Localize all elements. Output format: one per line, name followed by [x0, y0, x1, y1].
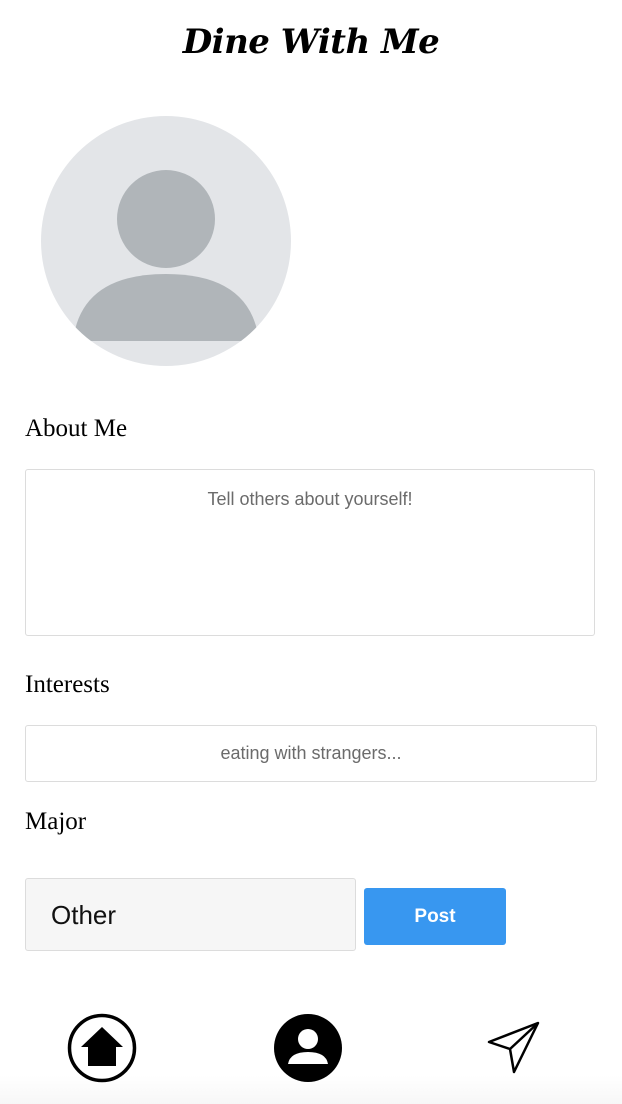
interests-label: Interests [25, 671, 110, 698]
interests-input[interactable]: eating with strangers... [25, 725, 597, 782]
major-select[interactable]: Other [25, 878, 356, 951]
bottom-nav [0, 990, 622, 1104]
app-title: Dine With Me [182, 22, 440, 62]
profile-avatar[interactable] [41, 116, 291, 366]
about-me-textarea[interactable]: Tell others about yourself! [25, 469, 595, 636]
about-me-placeholder: Tell others about yourself! [207, 489, 413, 509]
about-me-label: About Me [25, 415, 128, 442]
home-icon[interactable] [67, 1013, 137, 1083]
interests-placeholder: eating with strangers... [220, 743, 402, 763]
send-icon[interactable] [484, 1020, 544, 1076]
post-button[interactable]: Post [364, 888, 506, 945]
major-selected-value: Other [51, 900, 117, 930]
major-label: Major [25, 808, 87, 835]
profile-icon[interactable] [273, 1013, 343, 1083]
default-user-avatar-icon [73, 170, 259, 341]
